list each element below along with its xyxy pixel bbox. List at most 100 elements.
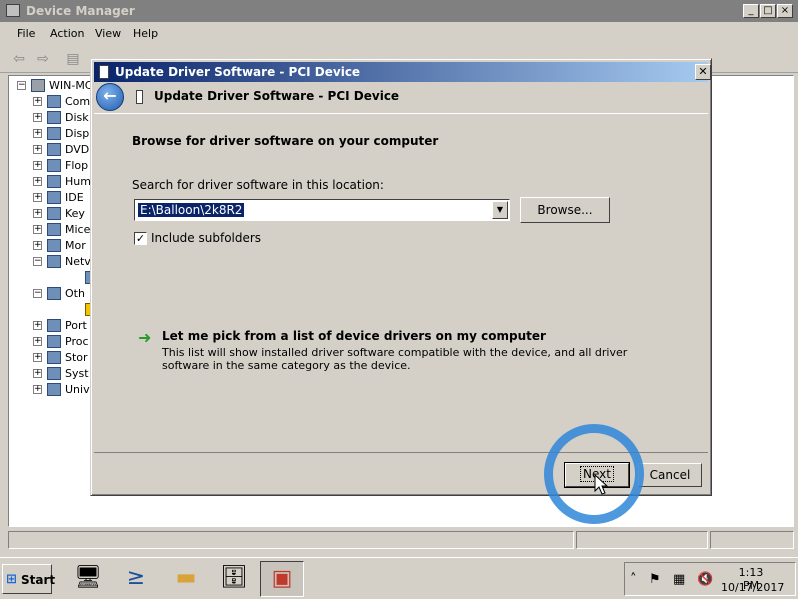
toolbox-icon[interactable]: ▣: [260, 561, 304, 597]
network-icon[interactable]: ▦: [673, 572, 685, 587]
device-manager-title: Device Manager: [26, 4, 135, 18]
expand-icon[interactable]: +: [33, 113, 42, 122]
expand-icon[interactable]: +: [33, 209, 42, 218]
tree-item-label: Mice: [65, 223, 91, 236]
expand-icon[interactable]: +: [33, 321, 42, 330]
expand-icon[interactable]: +: [33, 385, 42, 394]
floppy-icon: [47, 159, 61, 172]
maximize-button[interactable]: □: [760, 4, 776, 18]
close-button[interactable]: ×: [777, 4, 793, 18]
network-adapter-icon: [47, 255, 61, 268]
tree-item-label: Netv: [65, 255, 91, 268]
location-combobox[interactable]: E:\Balloon\2k8R2 ▼: [134, 199, 510, 221]
keyboard-icon: [47, 207, 61, 220]
dvd-drive-icon: [47, 143, 61, 156]
properties-icon[interactable]: ▤: [64, 51, 82, 67]
windows-logo-icon: ⊞: [6, 572, 17, 587]
tree-item-label: DVD: [65, 143, 90, 156]
collapse-icon[interactable]: −: [17, 81, 26, 90]
hid-icon: [47, 175, 61, 188]
chevron-down-icon[interactable]: ▼: [492, 201, 508, 219]
expand-icon[interactable]: +: [33, 369, 42, 378]
browse-button[interactable]: Browse...: [520, 197, 610, 223]
device-manager-icon: [6, 4, 20, 17]
tree-item-label: Port: [65, 319, 87, 332]
tree-item-label: Disk: [65, 111, 89, 124]
device-manager-titlebar[interactable]: Device Manager _ □ ×: [0, 0, 798, 22]
cancel-button[interactable]: Cancel: [638, 463, 702, 487]
tree-item-label: Com: [65, 95, 91, 108]
tree-item-label: Flop: [65, 159, 89, 172]
volume-muted-icon[interactable]: 🔇: [697, 572, 713, 587]
collapse-icon[interactable]: −: [33, 289, 42, 298]
expand-icon[interactable]: +: [33, 337, 42, 346]
pci-device-header-icon: [136, 90, 143, 104]
notification-area: ˄ ⚑ ▦ 🔇 1:13 PM 10/17/2017: [624, 562, 796, 596]
system-devices-icon: [47, 367, 61, 380]
tree-item-label: Hum: [65, 175, 91, 188]
expand-icon[interactable]: +: [33, 145, 42, 154]
expand-icon[interactable]: +: [33, 97, 42, 106]
forward-arrow-icon[interactable]: ⇨: [34, 51, 52, 67]
page-heading: Browse for driver software on your compu…: [132, 134, 439, 148]
usb-icon: [47, 383, 61, 396]
explorer-folder-icon[interactable]: ▬: [164, 561, 208, 597]
show-hidden-icons-chevron[interactable]: ˄: [630, 572, 637, 587]
start-button[interactable]: ⊞ Start: [2, 564, 55, 594]
server-manager-icon[interactable]: 🖥: [66, 561, 110, 597]
expand-icon[interactable]: +: [33, 241, 42, 250]
wizard-header: ← Update Driver Software - PCI Device: [94, 83, 708, 113]
pick-from-list-link[interactable]: Let me pick from a list of device driver…: [162, 329, 546, 343]
mouse-pointer-icon: [594, 474, 608, 495]
pick-from-list-description: This list will show installed driver sof…: [162, 346, 628, 372]
menu-file[interactable]: File: [17, 27, 35, 40]
tree-item-label: Syst: [65, 367, 89, 380]
status-pane-main: [8, 531, 574, 549]
dialog-close-button[interactable]: ✕: [695, 64, 711, 80]
expand-icon[interactable]: +: [33, 225, 42, 234]
status-bar: [8, 531, 794, 549]
computer-root-icon: [31, 79, 45, 92]
expand-icon[interactable]: +: [33, 177, 42, 186]
expand-icon[interactable]: +: [33, 161, 42, 170]
clock-date[interactable]: 10/17/2017: [721, 581, 784, 594]
expand-icon[interactable]: +: [33, 353, 42, 362]
expand-icon[interactable]: +: [33, 129, 42, 138]
tree-item-label: Oth: [65, 287, 85, 300]
mouse-icon: [47, 223, 61, 236]
menu-action[interactable]: Action: [50, 27, 84, 40]
collapse-icon[interactable]: −: [33, 257, 42, 266]
tree-item-label: Disp: [65, 127, 90, 140]
include-subfolders-label[interactable]: Include subfolders: [151, 231, 261, 245]
tree-item-label: Mor: [65, 239, 86, 252]
menu-help[interactable]: Help: [133, 27, 158, 40]
dialog-title: Update Driver Software - PCI Device: [115, 65, 361, 79]
back-arrow-icon[interactable]: ⇦: [10, 51, 28, 67]
location-value[interactable]: E:\Balloon\2k8R2: [138, 203, 245, 217]
minimize-button[interactable]: _: [743, 4, 759, 18]
status-pane-2: [576, 531, 708, 549]
ide-controller-icon: [47, 191, 61, 204]
location-label: Search for driver software in this locat…: [132, 178, 384, 192]
dialog-titlebar[interactable]: Update Driver Software - PCI Device ✕: [94, 62, 711, 82]
expand-icon[interactable]: +: [33, 193, 42, 202]
wizard-content: Browse for driver software on your compu…: [94, 113, 708, 453]
green-arrow-icon: ➜: [138, 328, 152, 347]
server-tools-icon[interactable]: 🗄: [212, 561, 256, 597]
action-center-flag-icon[interactable]: ⚑: [649, 572, 661, 587]
tree-item-label: Proc: [65, 335, 89, 348]
tree-item-label: Key: [65, 207, 85, 220]
storage-icon: [47, 351, 61, 364]
disk-drive-icon: [47, 111, 61, 124]
checkbox-checked-icon[interactable]: ✓: [134, 232, 147, 245]
back-arrow-button[interactable]: ←: [96, 83, 124, 111]
menu-view[interactable]: View: [95, 27, 121, 40]
display-adapter-icon: [47, 127, 61, 140]
menu-bar: File Action View Help: [0, 24, 798, 44]
wizard-title: Update Driver Software - PCI Device: [154, 89, 400, 103]
pci-device-icon: [99, 65, 109, 79]
status-pane-3: [710, 531, 794, 549]
powershell-icon[interactable]: ≥: [114, 561, 158, 597]
tree-item-label: IDE: [65, 191, 84, 204]
tree-item-label: Univ: [65, 383, 90, 396]
